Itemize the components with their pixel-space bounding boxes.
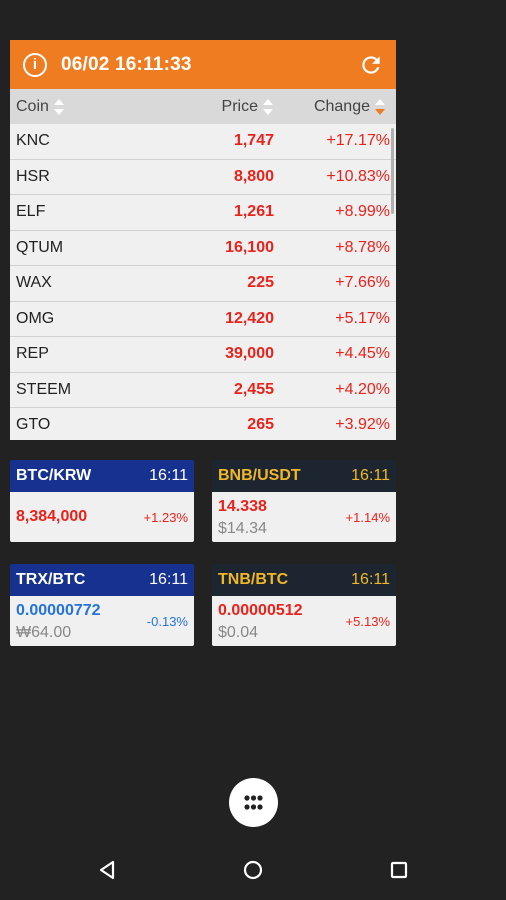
card-header: BTC/KRW 16:11: [10, 460, 194, 492]
widget-header: i 06/02 16:11:33: [10, 40, 396, 89]
pair-fiat-price: ₩64.00: [16, 624, 72, 641]
coin-row[interactable]: REP 39,000 +4.45%: [10, 337, 396, 373]
coin-symbol: REP: [16, 345, 49, 363]
coin-price: 39,000: [225, 345, 274, 363]
coin-symbol: QTUM: [16, 238, 64, 256]
card-body: 14.338 $14.34 +1.14%: [212, 492, 396, 542]
card-body: 8,384,000 +1.23%: [10, 492, 194, 542]
card-header: TRX/BTC 16:11: [10, 564, 194, 596]
coin-change: +10.83%: [326, 167, 390, 185]
coin-price: 2,455: [233, 380, 274, 398]
coin-change: +8.78%: [335, 238, 390, 256]
ticker-card-trx-btc[interactable]: TRX/BTC 16:11 0.00000772 ₩64.00 -0.13%: [10, 564, 194, 646]
pair-change: +1.23%: [143, 510, 188, 525]
sort-by-coin[interactable]: Coin: [16, 98, 65, 116]
sort-by-price[interactable]: Price: [222, 98, 274, 116]
home-icon[interactable]: [239, 856, 267, 884]
coin-row[interactable]: WAX 225 +7.66%: [10, 266, 396, 302]
pair-change: +1.14%: [345, 510, 390, 525]
coin-change: +4.20%: [335, 380, 390, 398]
pair-label: BNB/USDT: [218, 467, 301, 484]
sort-by-change[interactable]: Change: [314, 98, 386, 116]
column-header: Coin Price Change: [10, 89, 396, 124]
coin-price: 1,261: [233, 203, 274, 221]
coin-price: 16,100: [225, 238, 274, 256]
coin-row[interactable]: GTO 265 +3.92%: [10, 408, 396, 440]
card-time: 16:11: [351, 467, 390, 484]
coin-symbol: OMG: [16, 309, 55, 327]
pair-label: BTC/KRW: [16, 467, 92, 484]
recents-icon[interactable]: [385, 856, 413, 884]
card-header: BNB/USDT 16:11: [212, 460, 396, 492]
card-time: 16:11: [149, 467, 188, 484]
coin-symbol: GTO: [16, 416, 51, 434]
coin-symbol: KNC: [16, 132, 50, 150]
card-body: 0.00000512 $0.04 +5.13%: [212, 596, 396, 646]
pair-change: -0.13%: [146, 614, 188, 629]
ticker-card-btc-krw[interactable]: BTC/KRW 16:11 8,384,000 +1.23%: [10, 460, 194, 542]
pair-price: 0.00000512: [218, 602, 303, 619]
pair-price: 0.00000772: [16, 602, 101, 619]
coin-price: 1,747: [233, 132, 274, 150]
info-icon[interactable]: i: [23, 52, 47, 77]
pair-price: 14.338: [218, 498, 267, 515]
coin-ranking-widget: i 06/02 16:11:33 Coin Price Change KNC 1,…: [10, 40, 396, 440]
pair-fiat-price: $14.34: [218, 520, 267, 537]
app-drawer-button[interactable]: [229, 778, 278, 827]
coin-change: +5.17%: [335, 309, 390, 327]
coin-price: 265: [247, 416, 274, 434]
pair-price: 8,384,000: [16, 508, 88, 525]
back-icon[interactable]: [94, 856, 122, 884]
coin-column-label: Coin: [16, 97, 49, 115]
ticker-card-tnb-btc[interactable]: TNB/BTC 16:11 0.00000512 $0.04 +5.13%: [212, 564, 396, 646]
coin-row[interactable]: ELF 1,261 +8.99%: [10, 195, 396, 231]
coin-change: +8.99%: [335, 203, 390, 221]
ticker-card-bnb-usdt[interactable]: BNB/USDT 16:11 14.338 $14.34 +1.14%: [212, 460, 396, 542]
price-column-label: Price: [221, 97, 258, 115]
card-time: 16:11: [149, 571, 188, 588]
coin-symbol: HSR: [16, 167, 50, 185]
coin-row[interactable]: OMG 12,420 +5.17%: [10, 302, 396, 337]
coin-change: +7.66%: [335, 274, 390, 292]
coin-change: +4.45%: [335, 345, 390, 363]
sort-descending-icon: [375, 98, 385, 115]
pair-label: TNB/BTC: [218, 571, 289, 588]
coin-price: 225: [247, 274, 274, 292]
coin-row[interactable]: KNC 1,747 +17.17%: [10, 124, 396, 160]
refresh-icon[interactable]: [358, 52, 384, 78]
coin-price: 8,800: [233, 167, 274, 185]
card-body: 0.00000772 ₩64.00 -0.13%: [10, 596, 194, 646]
change-column-label: Change: [313, 97, 370, 115]
coin-change: +3.92%: [335, 416, 390, 434]
apps-grid-icon: [244, 795, 263, 810]
scrollbar[interactable]: [391, 128, 394, 214]
coin-list[interactable]: KNC 1,747 +17.17% HSR 8,800 +10.83% ELF 1,261 +8…: [10, 124, 396, 440]
coin-symbol: STEEM: [16, 380, 72, 398]
pair-label: TRX/BTC: [16, 571, 86, 588]
sort-icon: [53, 98, 64, 115]
coin-change: +17.17%: [326, 132, 390, 150]
coin-symbol: WAX: [16, 274, 52, 292]
coin-row[interactable]: QTUM 16,100 +8.78%: [10, 231, 396, 266]
pair-change: +5.13%: [345, 614, 390, 629]
coin-symbol: ELF: [16, 203, 46, 221]
card-header: TNB/BTC 16:11: [212, 564, 396, 596]
card-time: 16:11: [351, 571, 390, 588]
coin-row[interactable]: STEEM 2,455 +4.20%: [10, 373, 396, 408]
pair-fiat-price: $0.04: [218, 624, 259, 641]
coin-price: 12,420: [225, 309, 274, 327]
coin-row[interactable]: HSR 8,800 +10.83%: [10, 160, 396, 195]
update-time: 06/02 16:11:33: [61, 53, 192, 75]
sort-icon: [263, 98, 273, 115]
